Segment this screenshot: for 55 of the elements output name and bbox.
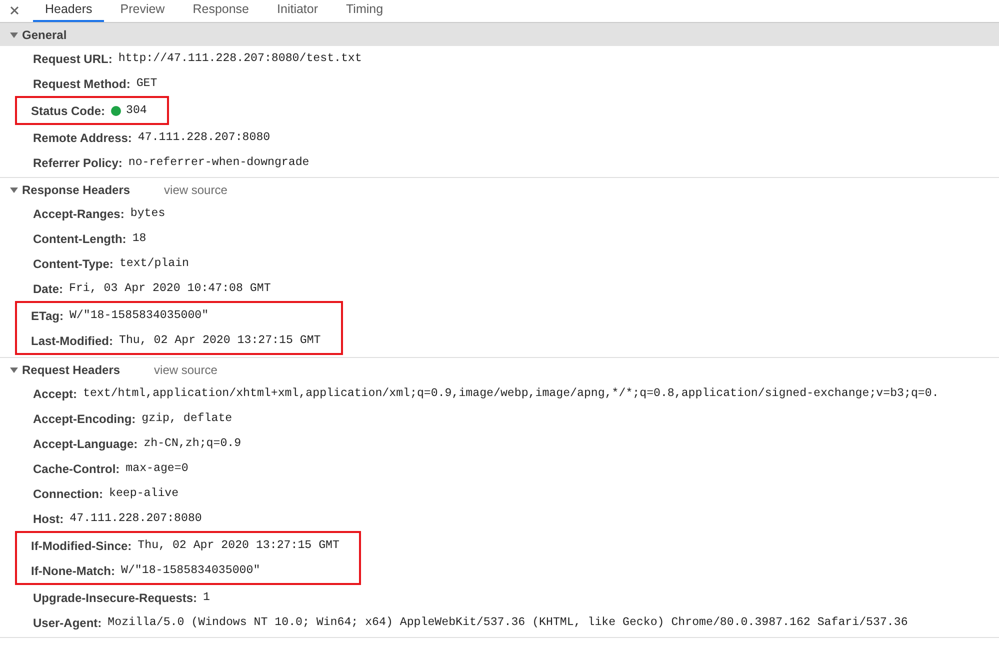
header-value: keep-alive [109, 487, 179, 500]
header-name: Content-Type: [33, 256, 114, 270]
view-source-link[interactable]: view source [164, 182, 228, 196]
header-value: Mozilla/5.0 (Windows NT 10.0; Win64; x64) AppleWebKit/537.36 (KHTML, like Gecko) Chrome/80.0.3987.162 Safari/537.36 [108, 616, 908, 629]
header-value: Thu, 02 Apr 2020 13:27:15 GMT [138, 539, 340, 552]
header-name: Accept-Ranges: [33, 206, 124, 220]
tab[interactable]: Preview [108, 0, 177, 22]
header-value: no-referrer-when-downgrade [128, 156, 310, 169]
header-value: 47.111.228.207:8080 [138, 131, 270, 144]
section-header[interactable]: General [0, 23, 999, 46]
header-value: Fri, 03 Apr 2020 10:47:08 GMT [69, 282, 271, 295]
tab[interactable]: Timing [334, 0, 396, 22]
header-name: Host: [33, 512, 64, 526]
header-value: 304 [126, 104, 147, 117]
header-value: bytes [130, 207, 166, 220]
header-value: GET [136, 77, 158, 90]
header-name: User-Agent: [33, 616, 102, 630]
header-value: 1 [203, 591, 210, 604]
header-name: Content-Length: [33, 232, 126, 246]
header-value: W/"18-1585834035000" [69, 309, 209, 322]
header-value: http://47.111.228.207:8080/test.txt [118, 52, 362, 65]
header-name: If-Modified-Since: [31, 538, 132, 552]
section-title: General [22, 28, 67, 42]
header-value: gzip, deflate [142, 412, 232, 425]
header-value: 18 [132, 232, 146, 245]
header-value: 47.111.228.207:8080 [70, 512, 202, 525]
section-header[interactable]: Request Headers view source [0, 358, 999, 381]
header-value: W/"18-1585834035000" [121, 564, 260, 577]
header-name: Accept-Encoding: [33, 412, 136, 426]
header-name: Remote Address: [33, 130, 132, 144]
header-name: Date: [33, 282, 64, 296]
header-name: Cache-Control: [33, 462, 120, 476]
header-name: Referrer Policy: [33, 156, 122, 170]
header-name: Request URL: [33, 52, 112, 66]
header-value: Thu, 02 Apr 2020 13:27:15 GMT [119, 334, 321, 347]
section-title: Response Headers [22, 182, 130, 196]
tab[interactable]: Initiator [265, 0, 330, 22]
header-name: Connection: [33, 486, 103, 500]
header-value: text/html,application/xhtml+xml,application/xml;q=0.9,image/webp,image/apng,*/*;q=0.8,application/signed-exchange;v=b3;q=0. [83, 387, 939, 400]
header-name: ETag: [31, 308, 64, 322]
header-name: Request Method: [33, 76, 130, 90]
close-icon[interactable] [10, 6, 19, 15]
header-name: If-None-Match: [31, 564, 115, 578]
view-source-link[interactable]: view source [154, 362, 218, 376]
header-name: Status Code: [31, 104, 106, 118]
header-name: Accept: [33, 386, 78, 400]
header-value: max-age=0 [126, 462, 188, 475]
header-name: Upgrade-Insecure-Requests: [33, 590, 198, 604]
section-header[interactable]: Response Headers view source [0, 178, 999, 201]
header-value: text/plain [119, 257, 190, 270]
header-value: zh-CN,zh;q=0.9 [144, 437, 242, 450]
header-name: Last-Modified: [31, 334, 113, 348]
tab[interactable]: Response [180, 0, 262, 22]
section-title: Request Headers [22, 362, 120, 376]
header-name: Accept-Language: [33, 436, 138, 450]
